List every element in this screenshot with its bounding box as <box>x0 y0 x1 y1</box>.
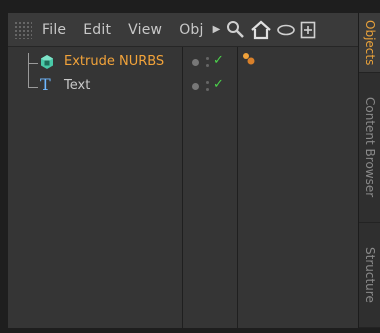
menu-bar: File Edit View Obj ▶ <box>8 13 358 47</box>
render-dot-bottom[interactable] <box>206 64 209 67</box>
menu-overflow-arrow-icon[interactable]: ▶ <box>213 24 221 35</box>
visibility-dot[interactable] <box>192 83 199 90</box>
tab-structure[interactable]: Structure <box>359 223 380 328</box>
search-icon[interactable] <box>226 20 246 40</box>
menu-view[interactable]: View <box>128 22 162 38</box>
tab-objects[interactable]: Objects <box>359 13 380 73</box>
object-row-extrude-nurbs[interactable]: Extrude NURBS ✓ <box>8 51 358 75</box>
render-dot-top[interactable] <box>206 57 209 60</box>
render-dot-top[interactable] <box>206 81 209 84</box>
visibility-dot[interactable] <box>192 59 199 66</box>
text-spline-icon: T <box>40 75 51 94</box>
home-icon[interactable] <box>250 20 272 40</box>
menu-edit[interactable]: Edit <box>83 22 111 38</box>
drag-grip-icon[interactable] <box>14 20 32 39</box>
tab-content-browser[interactable]: Content Browser <box>359 73 380 223</box>
enabled-check-icon[interactable]: ✓ <box>213 77 224 92</box>
object-name[interactable]: Text <box>64 78 90 93</box>
tab-structure-label: Structure <box>363 247 377 303</box>
object-row-text[interactable]: T Text ✓ <box>8 75 358 99</box>
material-tag-icon[interactable] <box>241 51 257 71</box>
new-window-icon[interactable] <box>300 21 316 39</box>
object-list: Extrude NURBS ✓ T Text ✓ <box>8 47 358 328</box>
menu-objects[interactable]: Obj <box>179 22 203 38</box>
render-dot-bottom[interactable] <box>206 88 209 91</box>
extrude-nurbs-icon <box>39 54 55 74</box>
tab-content-browser-label: Content Browser <box>363 97 377 198</box>
object-name[interactable]: Extrude NURBS <box>64 54 164 69</box>
menu-file[interactable]: File <box>42 22 66 38</box>
enabled-check-icon[interactable]: ✓ <box>213 53 224 68</box>
eye-icon[interactable] <box>276 23 296 37</box>
tab-objects-label: Objects <box>363 19 377 66</box>
object-manager-window: File Edit View Obj ▶ Extrude NURBS ✓ T T… <box>0 0 380 333</box>
side-tab-bar: Objects Content Browser Structure <box>358 13 380 328</box>
